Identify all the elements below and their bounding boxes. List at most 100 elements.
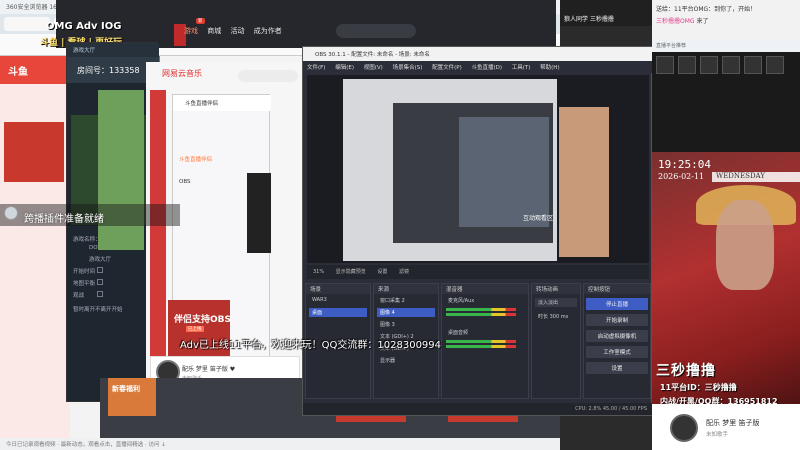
chat-text: 来了 — [694, 18, 709, 25]
room-number: 133358 — [109, 66, 140, 75]
menu-profile[interactable]: 配置文件(P) — [432, 65, 462, 71]
scene-item[interactable]: 桌面 — [309, 308, 367, 317]
platform-nav: 游戏 商城 活动 成为作者 — [184, 26, 289, 36]
room-label: 房间号： — [77, 66, 109, 75]
filters-button[interactable]: 滤镜 — [399, 269, 409, 275]
source-item[interactable]: 图像 4 — [377, 308, 435, 317]
douyu-preview — [247, 173, 271, 253]
menu-scene-collection[interactable]: 场景集合(S) — [393, 65, 423, 71]
nav-item-game[interactable]: 游戏 — [184, 27, 198, 35]
checkbox[interactable] — [97, 267, 103, 273]
netease-title: 网易云音乐 — [162, 69, 202, 78]
launcher-field: 游戏名称： — [73, 237, 101, 243]
streamer-name: 三秒撸撸 — [656, 363, 716, 379]
item-icon — [766, 56, 784, 74]
item-icon — [678, 56, 696, 74]
netease-search-input[interactable] — [238, 70, 298, 82]
mixer-channel: 麦克风/Aux — [448, 298, 475, 304]
promo-title: 伴侣支持OBS — [174, 315, 231, 325]
launcher-field: 暂时离开不离开开始 — [73, 307, 123, 313]
scene-item[interactable]: WAR3 — [309, 296, 367, 305]
mixer-header: 混音器 — [442, 284, 528, 294]
preview-toggle[interactable]: 显示隐藏预览 — [336, 269, 366, 275]
obs-window: OBS 30.1.1 - 配置文件: 未命名 - 场景: 未命名 文件(F) 编… — [302, 46, 653, 416]
streamer-id: 11平台ID：三秒撸撸 — [660, 383, 737, 392]
browser-tab[interactable] — [4, 17, 50, 31]
nav-item-shop[interactable]: 商城 — [207, 27, 221, 35]
audio-meter — [446, 345, 516, 348]
nav-item-author[interactable]: 成为作者 — [254, 27, 282, 35]
item-icon — [722, 56, 740, 74]
transition-select[interactable]: 淡入淡出 — [535, 298, 577, 307]
obs-menubar: 文件(F) 编辑(E) 视图(V) 场景集合(S) 配置文件(P) 斗鱼直播(D… — [303, 61, 653, 73]
announcement-text: Adv已上线11平台，欢迎来玩！QQ交流群：1028300994 — [180, 340, 442, 351]
start-recording-button[interactable]: 开始录制 — [586, 314, 648, 326]
plugin-status: 跨播插件准备就绪 — [24, 210, 104, 225]
zoom-level: 31% — [313, 269, 325, 275]
launcher-title: 游戏大厅 — [67, 43, 159, 57]
music-track: 配乐 梦里 笛子版 ♥ — [182, 366, 236, 373]
platform-window — [56, 0, 556, 48]
clock-weekday: WEDNESDAY — [712, 172, 800, 182]
audio-meter — [446, 308, 516, 311]
clock-date: 2026-02-11 — [658, 172, 705, 181]
album-disc-icon[interactable] — [670, 414, 698, 442]
transitions-header: 转场动画 — [532, 284, 580, 294]
item-icon — [744, 56, 762, 74]
launcher-field: 地图平衡 — [73, 281, 96, 287]
settings-button[interactable]: 设置 — [586, 362, 648, 374]
clock-time: 19:25:04 — [658, 158, 711, 171]
douyu-menu-obs[interactable]: OBS — [179, 179, 191, 185]
launcher-field: 观战 — [73, 293, 85, 299]
nav-badge: 新 — [196, 18, 205, 24]
nested-capture-inner — [459, 117, 549, 227]
transition-duration[interactable]: 时长 300 ms — [535, 312, 577, 321]
menu-tools[interactable]: 工具(T) — [512, 65, 531, 71]
menu-edit[interactable]: 编辑(E) — [335, 65, 354, 71]
source-item[interactable]: 图像 3 — [377, 320, 435, 329]
chat-badge: 直播平台推荐 — [652, 40, 800, 52]
audio-meter — [446, 313, 516, 316]
obs-status-bar: CPU: 2.8% 45.00 / 45.00 FPS — [303, 403, 653, 415]
menu-douyu[interactable]: 斗鱼直播(D) — [471, 65, 502, 71]
settings-button[interactable]: 设置 — [377, 269, 387, 275]
plugin-icon — [4, 206, 18, 220]
thumbnail[interactable] — [4, 122, 64, 182]
menu-view[interactable]: 视图(V) — [364, 65, 383, 71]
gift-text: 新春福利 — [112, 385, 140, 393]
ad-line-1: OMG Adv IOG — [46, 21, 122, 32]
stop-stream-button[interactable]: 停止直播 — [586, 298, 648, 310]
studio-mode-button[interactable]: 工作室模式 — [586, 346, 648, 358]
checkbox[interactable] — [97, 279, 103, 285]
nav-item-events[interactable]: 活动 — [230, 27, 244, 35]
obs-title: OBS 30.1.1 - 配置文件: 未命名 - 场景: 未命名 — [303, 47, 653, 61]
interact-label: 互动观看区 — [523, 215, 554, 222]
douyu-menu-live[interactable]: 斗鱼直播伴侣 — [179, 155, 212, 163]
netease-sidebar — [150, 90, 166, 380]
mixer-dock: 混音器 麦克风/Aux 桌面音频 — [441, 283, 529, 399]
menu-file[interactable]: 文件(F) — [307, 65, 325, 71]
game-art — [98, 90, 144, 250]
douyu-title: 斗鱼直播伴侣 — [173, 95, 271, 111]
sources-header: 来源 — [374, 284, 438, 294]
checkbox[interactable] — [97, 291, 103, 297]
scenes-header: 场景 — [306, 284, 370, 294]
chat-username[interactable]: 三秒撸撸OMG — [656, 18, 695, 25]
launcher-field: 开始时间 — [73, 269, 96, 275]
item-tiles — [652, 52, 800, 152]
chat-message: 三秒撸撸OMG 来了 — [656, 16, 708, 25]
chat-message: 送给：11平台OMG：到你了，开始！ — [656, 6, 757, 13]
plugin-status-text: 跨播插件准备就绪 — [24, 214, 104, 225]
controls-header: 控制按钮 — [584, 284, 650, 294]
source-item[interactable]: 显示器 — [377, 356, 435, 365]
source-item[interactable]: 窗口采集 2 — [377, 296, 435, 305]
virtual-camera-button[interactable]: 启动虚拟摄像机 — [586, 330, 648, 342]
site-logo[interactable]: 斗鱼 — [8, 63, 28, 78]
music-artist: 未知歌手 — [706, 432, 729, 438]
controls-dock: 控制按钮 停止直播 开始录制 启动虚拟摄像机 工作室模式 设置 — [583, 283, 651, 399]
item-icon — [700, 56, 718, 74]
menu-help[interactable]: 帮助(H) — [540, 65, 559, 71]
transitions-dock: 转场动画 淡入淡出 时长 300 ms — [531, 283, 581, 399]
promo-badge: 已上线 — [186, 326, 204, 332]
platform-search-input[interactable] — [336, 24, 416, 38]
